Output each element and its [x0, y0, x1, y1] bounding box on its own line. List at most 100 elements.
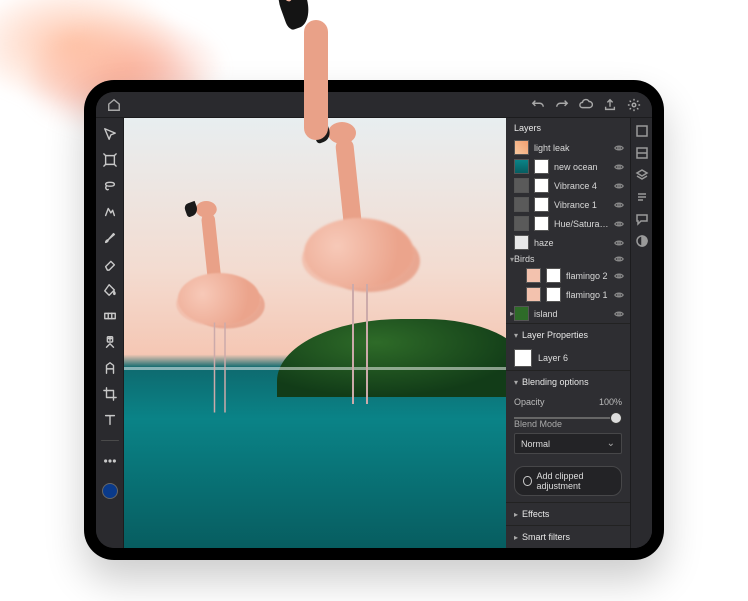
layers-rail-icon[interactable]	[635, 168, 649, 182]
opacity-row: Opacity 100%	[506, 393, 630, 411]
adjustment-icon	[514, 178, 529, 193]
layer-thumbnail	[514, 140, 529, 155]
canvas-flamingo-1	[178, 191, 261, 386]
layer-name: flamingo 1	[566, 290, 609, 300]
top-bar	[96, 92, 652, 118]
gradient-tool-icon[interactable]	[100, 306, 120, 326]
visibility-icon[interactable]	[614, 238, 624, 248]
comments-rail-icon[interactable]	[635, 212, 649, 226]
layer-row[interactable]: haze	[506, 233, 630, 252]
opacity-value: 100%	[599, 397, 622, 407]
clone-tool-icon[interactable]	[100, 358, 120, 378]
lasso-tool-icon[interactable]	[100, 176, 120, 196]
fill-tool-icon[interactable]	[100, 280, 120, 300]
button-label: Add clipped adjustment	[537, 471, 613, 491]
layers-panel-title: Layers	[506, 118, 630, 138]
visibility-icon[interactable]	[614, 181, 624, 191]
opacity-label: Opacity	[514, 397, 545, 407]
right-rail	[630, 118, 652, 548]
visibility-icon[interactable]	[614, 271, 624, 281]
type-tool-icon[interactable]	[100, 410, 120, 430]
properties-rail-icon[interactable]	[635, 190, 649, 204]
transform-tool-icon[interactable]	[100, 150, 120, 170]
visibility-icon[interactable]	[614, 162, 624, 172]
layer-thumbnail	[526, 268, 541, 283]
layer-group-row[interactable]: Birds	[506, 252, 630, 266]
layer-mask-thumbnail	[546, 287, 561, 302]
adjustment-icon	[514, 216, 529, 231]
rail-icon[interactable]	[635, 146, 649, 160]
layer-row[interactable]: flamingo 1	[506, 285, 630, 304]
quick-select-tool-icon[interactable]	[100, 202, 120, 222]
layer-thumbnail	[514, 235, 529, 250]
left-toolbar	[96, 118, 124, 548]
right-panel: Layers light leak new ocean	[506, 118, 652, 548]
layer-group-name: Birds	[514, 254, 609, 264]
layer-properties-header[interactable]: Layer Properties	[506, 323, 630, 346]
home-icon[interactable]	[106, 97, 122, 113]
smart-filters-header[interactable]: Smart filters	[506, 525, 630, 548]
visibility-icon[interactable]	[614, 309, 624, 319]
layer-row[interactable]: flamingo 2	[506, 266, 630, 285]
layer-row[interactable]: Vibrance 4	[506, 176, 630, 195]
spot-heal-tool-icon[interactable]	[100, 332, 120, 352]
layer-thumbnail	[514, 159, 529, 174]
flamingo-overflow-artwork	[266, 0, 356, 110]
layer-thumbnail	[526, 287, 541, 302]
layer-thumbnail	[514, 306, 529, 321]
move-tool-icon[interactable]	[100, 124, 120, 144]
layer-row[interactable]: light leak	[506, 138, 630, 157]
layer-row[interactable]: Hue/Saturation 4	[506, 214, 630, 233]
cloud-icon[interactable]	[578, 97, 594, 113]
redo-icon[interactable]	[554, 97, 570, 113]
visibility-icon[interactable]	[614, 254, 624, 264]
layer-mask-thumbnail	[534, 178, 549, 193]
blend-mode-value: Normal	[521, 439, 550, 449]
slider-knob[interactable]	[610, 412, 622, 424]
layer-name: haze	[534, 238, 609, 248]
layer-mask-thumbnail	[534, 197, 549, 212]
share-icon[interactable]	[602, 97, 618, 113]
layer-group-row[interactable]: island	[506, 304, 630, 323]
layer-name: Hue/Saturation 4	[554, 219, 609, 229]
crop-tool-icon[interactable]	[100, 384, 120, 404]
layer-row[interactable]: Vibrance 1	[506, 195, 630, 214]
current-layer-name: Layer 6	[538, 353, 568, 363]
effects-header[interactable]: Effects	[506, 502, 630, 525]
layer-properties-row: Layer 6	[506, 346, 630, 370]
layer-mask-thumbnail	[534, 216, 549, 231]
canvas[interactable]	[124, 118, 506, 548]
section-title: Blending options	[522, 377, 589, 387]
visibility-icon[interactable]	[614, 290, 624, 300]
adjustment-icon	[514, 197, 529, 212]
layer-group-name: island	[534, 309, 609, 319]
blending-options-header[interactable]: Blending options	[506, 370, 630, 393]
blend-mode-dropdown[interactable]: Normal	[514, 433, 622, 454]
layer-mask-thumbnail	[546, 268, 561, 283]
layer-row[interactable]: new ocean	[506, 157, 630, 176]
layer-name: Vibrance 4	[554, 181, 609, 191]
undo-icon[interactable]	[530, 97, 546, 113]
section-title: Layer Properties	[522, 330, 588, 340]
rail-icon[interactable]	[635, 124, 649, 138]
add-clipped-adjustment-button[interactable]: Add clipped adjustment	[514, 466, 622, 496]
layer-name: Vibrance 1	[554, 200, 609, 210]
more-tools-icon[interactable]	[100, 451, 120, 471]
layer-properties-thumbnail	[514, 349, 532, 367]
add-icon	[523, 476, 532, 486]
brush-tool-icon[interactable]	[100, 228, 120, 248]
settings-icon[interactable]	[626, 97, 642, 113]
visibility-icon[interactable]	[614, 200, 624, 210]
eraser-tool-icon[interactable]	[100, 254, 120, 274]
layer-mask-thumbnail	[534, 159, 549, 174]
tablet-frame: Layers light leak new ocean	[84, 80, 664, 560]
visibility-icon[interactable]	[614, 143, 624, 153]
toolbar-separator	[101, 440, 119, 441]
adjust-rail-icon[interactable]	[635, 234, 649, 248]
foreground-color-swatch[interactable]	[102, 483, 118, 499]
layer-name: light leak	[534, 143, 609, 153]
layer-name: new ocean	[554, 162, 609, 172]
section-title: Effects	[522, 509, 549, 519]
visibility-icon[interactable]	[614, 219, 624, 229]
section-title: Smart filters	[522, 532, 570, 542]
